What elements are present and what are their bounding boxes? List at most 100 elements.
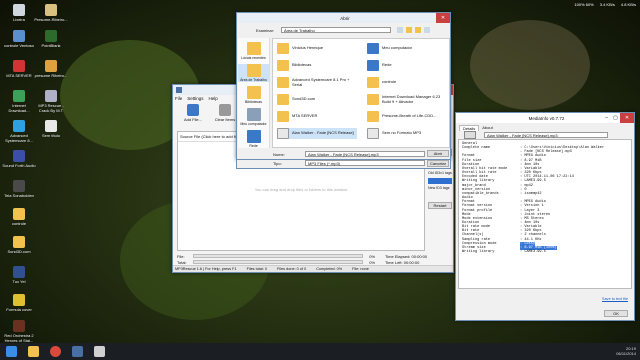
- file-item[interactable]: Internet Download Manager 6.23 Build 9 +…: [367, 94, 447, 105]
- examinar-select[interactable]: Área de Trabalho: [281, 27, 391, 33]
- nome-field[interactable]: Alan Walker - Fade [NCS Release].mp3: [305, 151, 425, 157]
- file-item[interactable]: Vinicius Henrique: [277, 43, 357, 54]
- menu-help[interactable]: Help: [209, 96, 218, 101]
- abrir-button[interactable]: Abrir: [427, 150, 449, 157]
- desktop-icon[interactable]: Red Orchestra 2 Heroes of Stal...: [2, 320, 36, 343]
- clear-items-icon: [219, 104, 231, 116]
- file-name: Advanced Systemcare 8.1 Pro + Serial: [292, 77, 350, 87]
- taskbar-chrome[interactable]: [44, 343, 66, 360]
- shortcut-icon: [13, 236, 25, 248]
- desktop-icon-label: Presume-Ribeiro...: [34, 17, 68, 22]
- file-item[interactable]: Sond3D.com: [277, 94, 357, 105]
- close-button[interactable]: ✕: [620, 113, 634, 123]
- desktop-icon[interactable]: Sound Forth Audio: [2, 150, 36, 168]
- open-dialog-title: Abrir: [340, 15, 350, 21]
- file-item[interactable]: Sem no Formato MP3: [367, 128, 447, 139]
- file-name: Vinicius Henrique: [292, 45, 324, 51]
- maximize-button[interactable]: ▢: [611, 113, 620, 123]
- shortcut-icon: [45, 90, 57, 102]
- desktop-icon-label: Internet Download...: [8, 103, 30, 113]
- desktop-icon-label: Lixeira: [13, 17, 25, 22]
- back-icon[interactable]: [397, 27, 403, 33]
- file-name: Sem no Formato MP3: [382, 130, 422, 136]
- place-item[interactable]: Meu computador: [238, 108, 269, 126]
- menu-file[interactable]: File: [175, 96, 182, 101]
- place-item[interactable]: Locais recentes: [238, 42, 269, 60]
- file-item[interactable]: Presume-Breath of Life-CDD...: [367, 111, 447, 122]
- tipo-select[interactable]: MP3 Files (*.mp3): [305, 160, 425, 166]
- desktop-icon-label: Red Orchestra 2 Heroes of Stal...: [4, 333, 34, 343]
- restart-button[interactable]: Restart: [428, 202, 452, 209]
- file-name: MTA SERVER: [292, 113, 318, 119]
- desktop-icon[interactable]: controle Ventoso: [2, 30, 36, 48]
- file-name: Rede: [382, 62, 392, 68]
- up-folder-icon[interactable]: [406, 27, 412, 33]
- desktop-icon-label: Advanced Systemcare 8...: [5, 133, 33, 143]
- file-item[interactable]: controle: [367, 77, 447, 88]
- cancelar-button[interactable]: Cancelar: [427, 160, 449, 167]
- info-key: Writing library: [462, 250, 495, 255]
- desktop-icon[interactable]: Presume-Ribeiro...: [34, 4, 68, 22]
- desktop-icon[interactable]: Internet Download...: [2, 90, 36, 113]
- desktop-icon[interactable]: MTA SERVER: [2, 60, 36, 78]
- mediainfo-titlebar[interactable]: MediaInfo v0.7.72 – ▢ ✕: [456, 113, 634, 123]
- file-item[interactable]: Advanced Systemcare 8.1 Pro + Serial: [277, 77, 357, 88]
- clock-date: 06/11/2014: [616, 351, 636, 356]
- desktop-icon[interactable]: MP3 Rescue - Crack By M.T: [34, 90, 68, 113]
- open-dialog-titlebar[interactable]: Abrir ✕: [237, 13, 450, 23]
- place-icon: [246, 108, 261, 121]
- taskbar-mp3rescue[interactable]: [66, 343, 88, 360]
- mediainfo-file-select[interactable]: Alan Walker - Fade [NCS Release].mp3: [484, 132, 608, 138]
- info-value: : isommp42: [520, 191, 542, 196]
- desktop-icon[interactable]: Tux Yel: [2, 266, 36, 284]
- mediainfo-title: MediaInfo v0.7.72: [528, 115, 565, 121]
- new-tags-label: New ID3 tags: [428, 186, 450, 190]
- place-item[interactable]: Bibliotecas: [238, 86, 269, 104]
- desktop-icon[interactable]: Sond3D.com: [2, 236, 36, 254]
- shortcut-icon: [45, 60, 57, 72]
- desktop-icon[interactable]: PointBlank: [34, 30, 68, 48]
- file-item[interactable]: Bibliotecas: [277, 60, 357, 71]
- system-tray-clock[interactable]: 20:19 06/11/2014: [616, 346, 636, 356]
- file-item[interactable]: MTA SERVER: [277, 111, 357, 122]
- close-button[interactable]: ✕: [436, 13, 450, 23]
- desktop-icon[interactable]: Advanced Systemcare 8...: [2, 120, 36, 143]
- folder-icon: [27, 346, 39, 357]
- desktop-icon[interactable]: controle: [2, 208, 36, 226]
- desktop-icon-label: Sond3D.com: [7, 249, 31, 254]
- place-label: Bibliotecas: [245, 100, 262, 104]
- desktop-icon[interactable]: Lixeira: [2, 4, 36, 22]
- mp3rescue-menubar: File Settings Help: [175, 96, 218, 101]
- desktop-icon[interactable]: Tela Sonabolden: [2, 180, 36, 198]
- new-folder-icon[interactable]: [415, 27, 421, 33]
- ok-button[interactable]: OK: [604, 310, 628, 317]
- file-progress-pct: 0%: [369, 253, 375, 259]
- tipo-label: Tipo:: [273, 161, 282, 166]
- file-browser[interactable]: Vinicius Henrique Meu computador Bibliotec…: [272, 38, 450, 148]
- place-label: Meu computador: [240, 122, 267, 126]
- clear-items-button[interactable]: Clear Items: [213, 104, 237, 122]
- place-item[interactable]: Rede: [238, 130, 269, 148]
- desktop-icon[interactable]: Formula cover: [2, 294, 36, 312]
- menu-settings[interactable]: Settings: [187, 96, 203, 101]
- place-item[interactable]: Área de Trabalho: [238, 64, 269, 82]
- desktop-icon-label: presume Ribeiro...: [34, 73, 68, 78]
- desktop-icon[interactable]: presume Ribeiro...: [34, 60, 68, 78]
- desktop-icon[interactable]: Sem título: [34, 120, 68, 138]
- place-label: Área de Trabalho: [240, 78, 267, 82]
- start-button[interactable]: [0, 343, 22, 360]
- taskbar-mediainfo[interactable]: [88, 343, 110, 360]
- status-completed: Completed: 0%: [316, 267, 343, 271]
- file-item[interactable]: Rede: [367, 60, 447, 71]
- file-item[interactable]: Alan Walker - Fade [NCS Release]: [277, 128, 357, 139]
- add-file-button[interactable]: Add File...: [181, 104, 205, 122]
- file-name: controle: [382, 79, 397, 85]
- file-item[interactable]: Meu computador: [367, 43, 447, 54]
- taskbar-explorer[interactable]: [22, 343, 44, 360]
- open-dialog: Abrir ✕ Examinar: Área de Trabalho Locai…: [236, 12, 451, 160]
- tab-about[interactable]: About: [479, 125, 495, 131]
- view-menu-icon[interactable]: [424, 27, 430, 33]
- folder-icon: [367, 77, 379, 88]
- save-text-link[interactable]: Save to text file: [602, 297, 628, 301]
- minimize-button[interactable]: –: [602, 113, 611, 123]
